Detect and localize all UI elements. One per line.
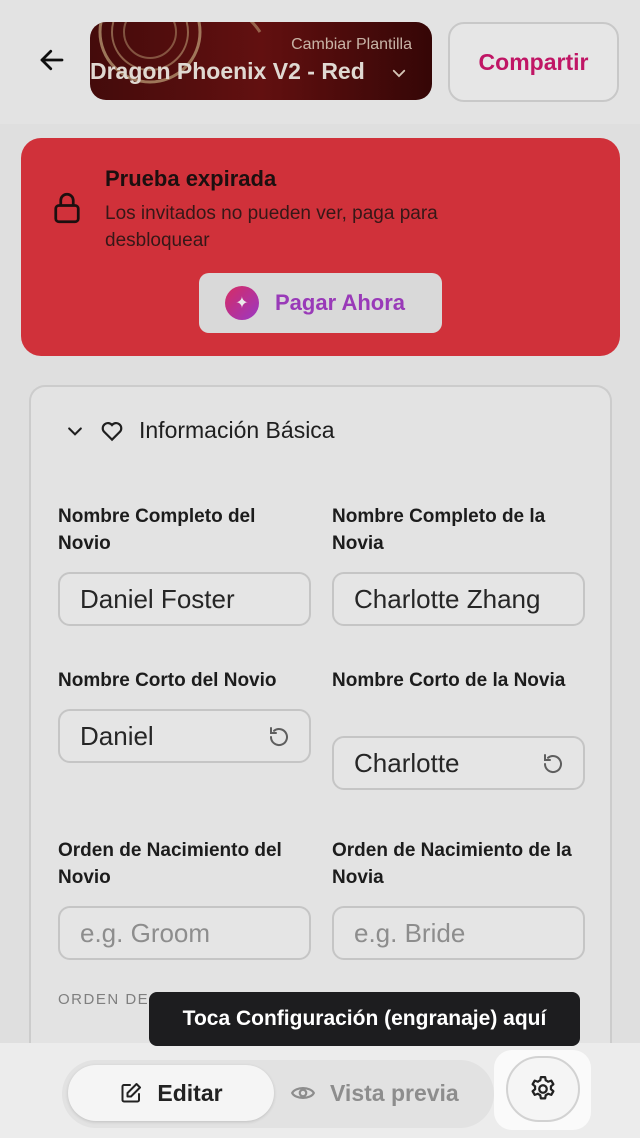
arrow-left-icon bbox=[40, 49, 64, 71]
eye-icon bbox=[290, 1087, 316, 1099]
chevron-down-icon bbox=[68, 426, 82, 436]
template-selector[interactable]: Cambiar Plantilla Dragon Phoenix V2 - Re… bbox=[90, 22, 432, 100]
template-title: Dragon Phoenix V2 - Red bbox=[90, 58, 365, 84]
trial-expired-alert: Prueba expirada Los invitados no pueden … bbox=[21, 138, 620, 356]
bride-birth-order-input[interactable]: e.g. Bride bbox=[332, 906, 585, 960]
edit-icon bbox=[121, 1083, 142, 1103]
bride-short-name-input[interactable]: Charlotte bbox=[332, 736, 585, 790]
heart-icon bbox=[101, 421, 123, 441]
section-title: Información Básica bbox=[139, 417, 335, 443]
edit-label: Editar bbox=[157, 1079, 223, 1106]
edit-button[interactable]: Editar bbox=[68, 1065, 274, 1121]
order-caption: ORDEN DE bbox=[58, 991, 150, 1008]
sparkle-icon: ✦ bbox=[225, 286, 259, 320]
mode-toggle: Editar Vista previa bbox=[62, 1060, 494, 1128]
bride-full-name-label: Nombre Completo de la Novia bbox=[332, 506, 546, 554]
bride-full-name-input[interactable]: Charlotte Zhang bbox=[332, 572, 585, 626]
section-header[interactable]: Información Básica bbox=[65, 417, 335, 444]
reset-icon[interactable] bbox=[267, 725, 291, 749]
settings-button[interactable] bbox=[506, 1056, 580, 1122]
lock-icon bbox=[54, 192, 80, 224]
groom-short-name-value: Daniel bbox=[80, 720, 154, 751]
chevron-down-icon bbox=[392, 69, 406, 78]
groom-short-name-input[interactable]: Daniel bbox=[58, 709, 311, 763]
tooltip-hint: Toca Configuración (engranaje) aquí bbox=[149, 992, 580, 1046]
groom-full-name-label: Nombre Completo del Novio bbox=[58, 506, 256, 554]
preview-button[interactable]: Vista previa bbox=[290, 1065, 486, 1121]
pay-now-button[interactable]: ✦ Pagar Ahora bbox=[199, 273, 442, 333]
bride-short-name-value: Charlotte bbox=[354, 747, 460, 778]
reset-icon[interactable] bbox=[541, 752, 565, 776]
pay-now-label: Pagar Ahora bbox=[275, 290, 406, 315]
bride-short-name-label: Nombre Corto de la Novia bbox=[332, 670, 566, 691]
groom-birth-order-label: Orden de Nacimiento del Novio bbox=[58, 840, 282, 888]
top-bar: Cambiar Plantilla Dragon Phoenix V2 - Re… bbox=[0, 0, 640, 124]
alert-message: Los invitados no pueden ver, paga para d… bbox=[105, 203, 438, 251]
groom-birth-order-input[interactable]: e.g. Groom bbox=[58, 906, 311, 960]
gear-icon bbox=[531, 1076, 555, 1100]
share-button[interactable]: Compartir bbox=[448, 22, 619, 102]
groom-short-name-label: Nombre Corto del Novio bbox=[58, 670, 277, 691]
preview-label: Vista previa bbox=[330, 1079, 459, 1106]
bride-birth-order-label: Orden de Nacimiento de la Novia bbox=[332, 840, 572, 888]
basic-info-section: Información Básica Nombre Completo del N… bbox=[29, 385, 612, 1085]
template-subtitle: Cambiar Plantilla bbox=[291, 36, 412, 53]
groom-full-name-input[interactable]: Daniel Foster bbox=[58, 572, 311, 626]
alert-title: Prueba expirada bbox=[105, 166, 277, 191]
back-button[interactable] bbox=[32, 40, 72, 80]
